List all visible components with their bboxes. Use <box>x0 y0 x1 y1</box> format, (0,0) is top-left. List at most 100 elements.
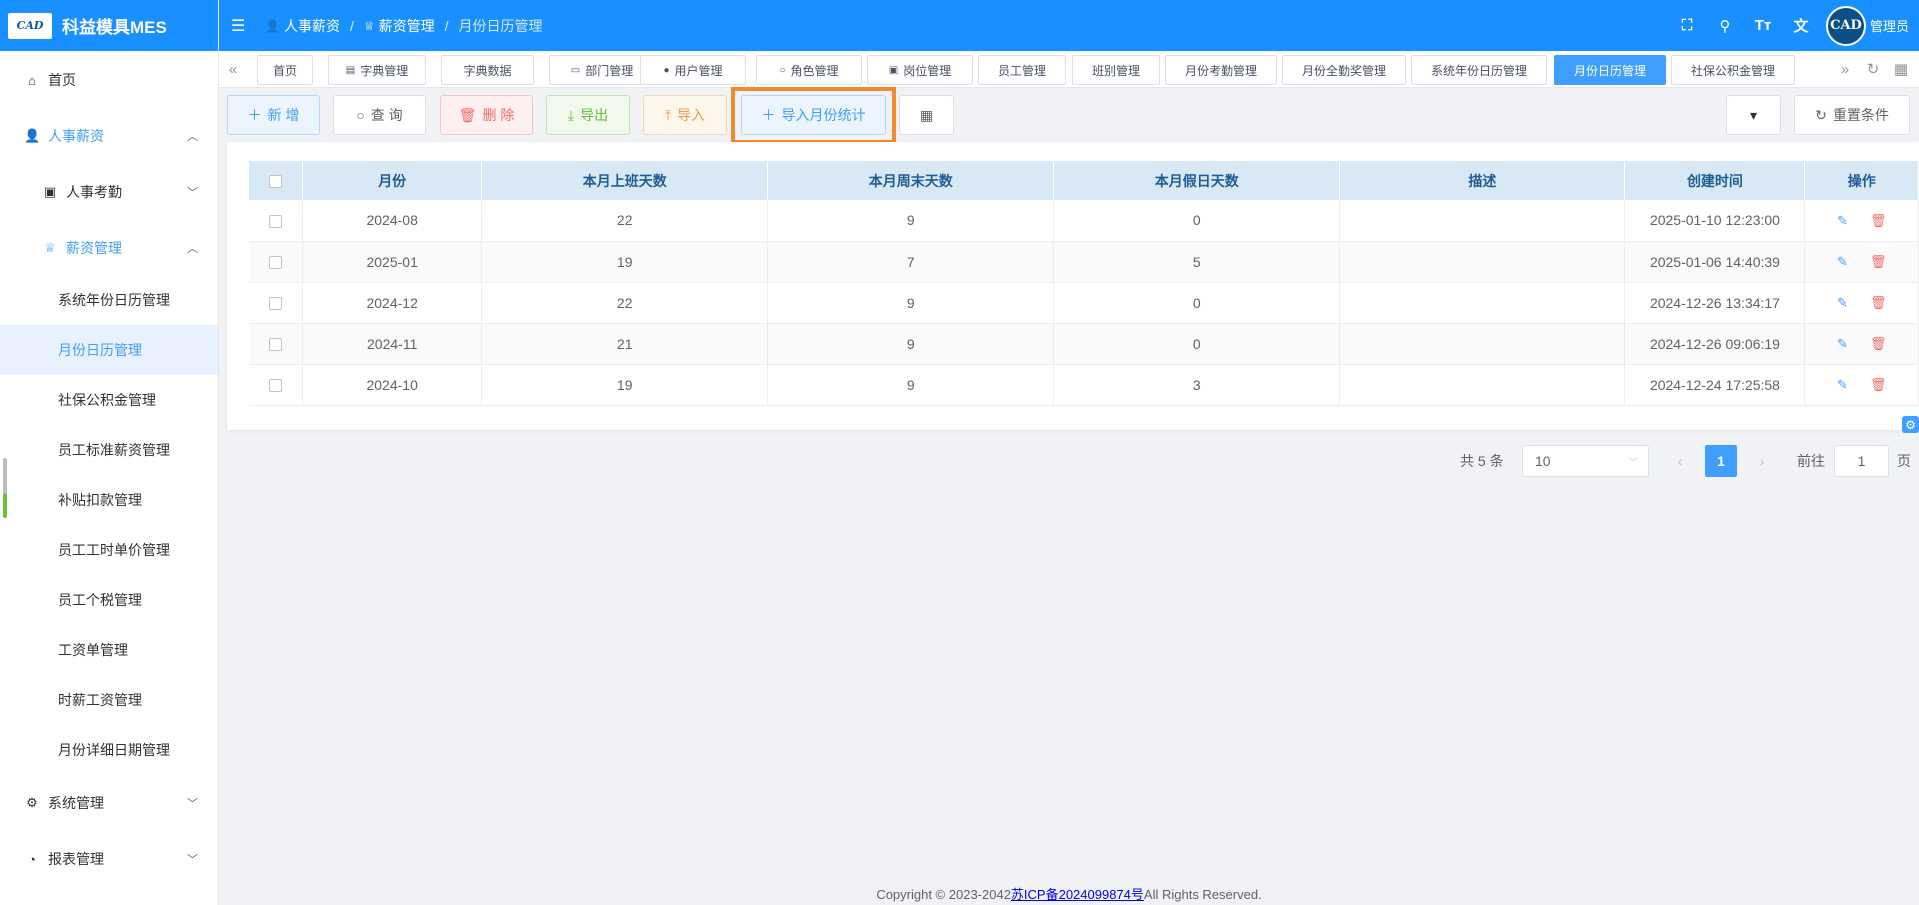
table-row[interactable]: 2024-12 22 9 0 2024-12-26 13:34:17 ✎ 🗑 <box>249 282 1919 324</box>
breadcrumb-item[interactable]: 人事薪资 <box>284 16 340 36</box>
trash-icon[interactable]: 🗑 <box>1870 295 1887 310</box>
trash-icon[interactable]: 🗑 <box>1870 336 1887 351</box>
settings-float-icon[interactable]: ⚙ <box>1902 416 1919 433</box>
tabs-menu-icon[interactable]: ▦ <box>1887 51 1915 87</box>
sidebar-item-standard-salary[interactable]: 员工标准薪资管理 <box>0 425 218 475</box>
translate-icon[interactable]: 文 <box>1782 15 1820 36</box>
breadcrumb-item[interactable]: 薪资管理 <box>379 16 435 36</box>
sidebar-item-month-calendar[interactable]: 月份日历管理 <box>0 325 218 375</box>
avatar[interactable]: CAD <box>1825 5 1866 46</box>
expand-dropdown-button[interactable]: ▾ <box>1726 95 1781 135</box>
column-header[interactable]: 描述 <box>1339 161 1626 200</box>
sidebar-item-hourly-wage[interactable]: 时薪工资管理 <box>0 675 218 725</box>
edit-icon[interactable]: ✎ <box>1837 295 1848 310</box>
column-header[interactable]: 本月假日天数 <box>1053 161 1341 200</box>
table-row[interactable]: 2024-08 22 9 0 2025-01-10 12:23:00 ✎ 🗑 <box>249 200 1919 242</box>
trash-icon[interactable]: 🗑 <box>1870 254 1887 269</box>
table-row[interactable]: 2024-10 19 9 3 2024-12-24 17:25:58 ✎ 🗑 <box>249 364 1919 406</box>
header-actions: ⛶ ⚲ Tт 文 CAD 管理员 <box>1668 0 1909 51</box>
column-header[interactable]: 月份 <box>302 161 483 200</box>
page-number-current[interactable]: 1 <box>1705 445 1737 477</box>
tab-post-management[interactable]: ▣ 岗位管理 <box>867 55 973 85</box>
font-size-icon[interactable]: Tт <box>1744 17 1782 34</box>
row-checkbox[interactable] <box>269 379 283 393</box>
row-checkbox[interactable] <box>269 215 283 229</box>
tab-employee-management[interactable]: 员工管理 <box>978 55 1066 85</box>
query-button[interactable]: ○ 查 询 <box>333 95 426 135</box>
import-button[interactable]: ⤒ 导入 <box>643 95 727 135</box>
tab-dict-data[interactable]: 字典数据 <box>441 55 534 85</box>
sidebar-item-income-tax[interactable]: 员工个税管理 <box>0 575 218 625</box>
tab-year-calendar[interactable]: 系统年份日历管理 <box>1411 55 1547 85</box>
tab-dict-management[interactable]: ▤ 字典管理 <box>328 55 426 85</box>
tab-role-management[interactable]: ○ 角色管理 <box>756 55 862 85</box>
search-icon: ○ <box>356 107 365 123</box>
page-size-value: 10 <box>1535 453 1551 469</box>
edit-icon[interactable]: ✎ <box>1837 377 1848 392</box>
tab-month-attendance[interactable]: 月份考勤管理 <box>1165 55 1277 85</box>
sidebar-item-allowance[interactable]: 补贴扣款管理 <box>0 475 218 525</box>
user-name[interactable]: 管理员 <box>1870 16 1909 35</box>
sidebar-scrollbar[interactable] <box>3 458 7 518</box>
sidebar-item-label: 工资单管理 <box>58 642 128 658</box>
sidebar-item-year-calendar[interactable]: 系统年份日历管理 <box>0 275 218 325</box>
column-settings-button[interactable]: ▦ <box>899 95 954 135</box>
table-row[interactable]: 2025-01 19 7 5 2025-01-06 14:40:39 ✎ 🗑 <box>249 241 1919 283</box>
delete-button[interactable]: 🗑 删 除 <box>440 95 533 135</box>
import-month-stats-button[interactable]: ＋ 导入月份统计 <box>741 95 886 135</box>
sidebar-item-home[interactable]: ⌂ 首页 <box>0 55 218 105</box>
user-icon: 👤 <box>24 128 41 143</box>
tabs-scroll-left-icon[interactable]: « <box>219 51 247 87</box>
sidebar-item-salary-management[interactable]: ♕ 薪资管理 ︿ <box>0 223 218 273</box>
sidebar-item-month-detail-date[interactable]: 月份详细日期管理 <box>0 725 218 775</box>
sidebar-item-label: 系统年份日历管理 <box>58 292 170 308</box>
edit-icon[interactable]: ✎ <box>1837 336 1848 351</box>
edit-icon[interactable]: ✎ <box>1837 254 1848 269</box>
add-button[interactable]: ＋ 新 增 <box>227 95 320 135</box>
tabs-scroll-right-icon[interactable]: » <box>1831 51 1859 87</box>
row-checkbox[interactable] <box>269 256 283 270</box>
refresh-icon[interactable]: ↻ <box>1859 51 1887 87</box>
tab-social-security[interactable]: 社保公积金管理 <box>1671 55 1795 85</box>
edit-icon[interactable]: ✎ <box>1837 213 1848 228</box>
sidebar-item-hr-salary[interactable]: 👤 人事薪资 ︿ <box>0 111 218 161</box>
plus-icon: ＋ <box>247 107 262 123</box>
sidebar-item-hr-attendance[interactable]: ▣ 人事考勤 ﹀ <box>0 167 218 217</box>
sidebar-item-social-security[interactable]: 社保公积金管理 <box>0 375 218 425</box>
month-cell: 2024-11 <box>302 323 483 365</box>
table-row[interactable]: 2024-11 21 9 0 2024-12-26 09:06:19 ✎ 🗑 <box>249 323 1919 365</box>
fullscreen-icon[interactable]: ⛶ <box>1668 17 1706 34</box>
sidebar-item-payslip[interactable]: 工资单管理 <box>0 625 218 675</box>
tab-home[interactable]: 首页 <box>257 55 313 85</box>
hamburger-icon[interactable]: ☰ <box>231 16 249 36</box>
tab-user-management[interactable]: ● 用户管理 <box>640 55 746 85</box>
sidebar-item-label: 报表管理 <box>48 851 104 867</box>
search-icon[interactable]: ⚲ <box>1706 17 1744 35</box>
tabs-bar: « 首页 ▤ 字典管理 字典数据 ▭ 部门管理 ● 用户管理 ○ 角色管理 ▣ 岗位管理 … <box>219 51 1919 88</box>
book-icon: ▤ <box>345 64 356 76</box>
sidebar-item-hourly-rate[interactable]: 员工工时单价管理 <box>0 525 218 575</box>
next-page-icon[interactable]: › <box>1747 445 1777 477</box>
column-header[interactable]: 创建时间 <box>1624 161 1806 200</box>
reset-conditions-button[interactable]: ↻ 重置条件 <box>1794 95 1910 135</box>
icp-link[interactable]: 苏ICP备2024099874号 <box>1011 887 1144 902</box>
select-all-checkbox[interactable] <box>269 175 283 189</box>
page-size-select[interactable]: 10 ﹀ <box>1522 445 1649 477</box>
sidebar-item-reports[interactable]: ◔ 报表管理 ﹀ <box>0 834 218 884</box>
row-select-cell <box>249 282 304 324</box>
column-header[interactable]: 本月上班天数 <box>481 161 769 200</box>
tab-month-full-attendance[interactable]: 月份全勤奖管理 <box>1282 55 1406 85</box>
row-checkbox[interactable] <box>269 297 283 311</box>
tab-month-calendar[interactable]: 月份日历管理 <box>1554 55 1666 85</box>
tab-shift-management[interactable]: 班别管理 <box>1072 55 1160 85</box>
column-header[interactable]: 本月周末天数 <box>767 161 1055 200</box>
row-checkbox[interactable] <box>269 338 283 352</box>
trash-icon[interactable]: 🗑 <box>1870 377 1887 392</box>
prev-page-icon[interactable]: ‹ <box>1665 445 1695 477</box>
export-button[interactable]: ⤓ 导出 <box>546 95 630 135</box>
trash-icon[interactable]: 🗑 <box>1870 213 1887 228</box>
goto-page-input[interactable]: 1 <box>1834 445 1889 477</box>
sidebar-item-system[interactable]: ⚙ 系统管理 ﹀ <box>0 778 218 828</box>
data-table: 月份 本月上班天数 本月周末天数 本月假日天数 描述 创建时间 操作 2024-… <box>249 161 1919 406</box>
page-suffix: 页 <box>1897 453 1911 469</box>
